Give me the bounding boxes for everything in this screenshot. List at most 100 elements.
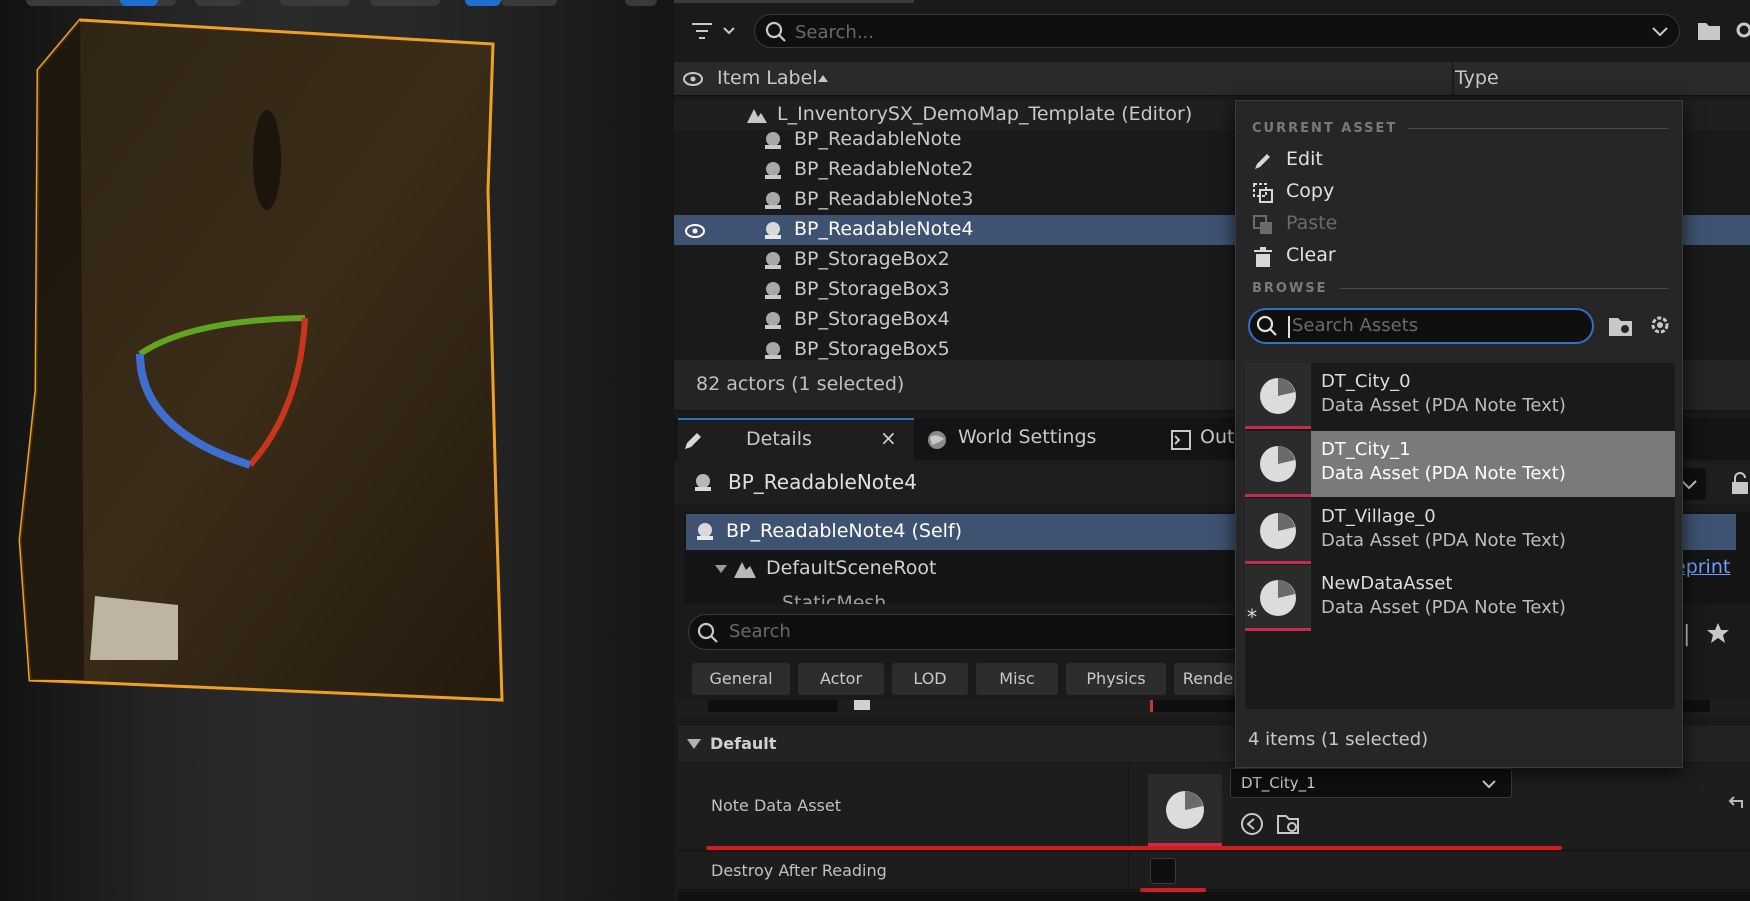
annotation-underline: [706, 846, 1562, 850]
menu-item-paste[interactable]: Paste: [1252, 210, 1662, 240]
tab-label: World Settings: [958, 426, 1097, 448]
column-splitter[interactable]: [1128, 852, 1129, 890]
asset-item[interactable]: DT_Village_0 Data Asset (PDA Note Text): [1245, 498, 1675, 564]
settings-gear-icon[interactable]: [1648, 313, 1672, 337]
row-label: BP_StorageBox5: [794, 338, 950, 360]
asset-thumbnail[interactable]: [1148, 774, 1222, 846]
menu-item-edit[interactable]: Edit: [1252, 146, 1662, 176]
menu-label: Copy: [1286, 180, 1335, 202]
browse-to-asset-icon[interactable]: [1276, 812, 1302, 836]
asset-item[interactable]: * NewDataAsset Data Asset (PDA Note Text…: [1245, 565, 1675, 631]
divider-glyph: |: [1683, 622, 1691, 647]
browse-folder-icon[interactable]: [1608, 314, 1634, 338]
asset-item[interactable]: DT_City_0 Data Asset (PDA Note Text): [1245, 363, 1675, 429]
asset-thumbnail: *: [1245, 565, 1311, 631]
asset-count-text: 4 items (1 selected): [1248, 729, 1429, 750]
globe-icon: [928, 431, 946, 449]
column-divider[interactable]: [1452, 62, 1454, 96]
menu-item-copy[interactable]: Copy: [1252, 178, 1662, 208]
dropdown-partial[interactable]: [708, 700, 838, 712]
close-icon[interactable]: ×: [880, 426, 897, 450]
blueprint-actor-icon: [765, 192, 781, 209]
folder-add-icon[interactable]: [1696, 18, 1722, 42]
menu-item-clear[interactable]: Clear: [1252, 242, 1662, 272]
copy-icon: [1253, 183, 1273, 203]
annotation-underline: [1140, 888, 1206, 892]
asset-picker-combo[interactable]: DT_City_1: [1230, 768, 1512, 798]
outliner-search-input[interactable]: Search...: [754, 14, 1680, 48]
collapse-arrow-icon[interactable]: [686, 738, 702, 750]
destroy-after-reading-checkbox[interactable]: [1150, 858, 1176, 884]
search-icon: [765, 21, 786, 42]
visibility-eye-icon[interactable]: [682, 70, 704, 88]
asset-item-selected[interactable]: DT_City_1 Data Asset (PDA Note Text): [1245, 431, 1675, 497]
filter-rendering[interactable]: Rende: [1174, 663, 1242, 695]
panel-top-edge: [674, 0, 914, 3]
menu-label: Edit: [1286, 148, 1323, 170]
data-asset-pie-icon: [1260, 513, 1296, 549]
property-label: Destroy After Reading: [711, 861, 887, 880]
level-viewport[interactable]: [0, 0, 670, 901]
blueprint-actor-icon: [765, 162, 781, 179]
text-caret: [1288, 316, 1290, 338]
actor-name[interactable]: BP_ReadableNote4: [728, 470, 917, 494]
filter-physics[interactable]: Physics: [1066, 663, 1166, 695]
lock-icon[interactable]: [1730, 472, 1750, 496]
search-icon: [697, 622, 718, 643]
sort-ascending-icon[interactable]: [817, 74, 829, 84]
asset-thumbnail: [1245, 363, 1311, 429]
outliner-filter-button[interactable]: [690, 14, 744, 48]
section-divider: [1408, 128, 1668, 129]
menu-label: Clear: [1286, 244, 1336, 266]
new-asset-star-icon: *: [1247, 605, 1257, 629]
asset-type: Data Asset (PDA Note Text): [1321, 597, 1566, 618]
search-placeholder: Search: [729, 621, 791, 642]
settings-gear-icon[interactable]: [1732, 18, 1750, 42]
column-type[interactable]: Type: [1455, 67, 1499, 89]
blueprint-actor-icon: [695, 474, 711, 491]
output-log-icon: [1171, 430, 1191, 450]
pencil-icon: [685, 433, 701, 449]
search-placeholder: Search Assets: [1292, 315, 1419, 336]
blueprint-actor-icon: [765, 132, 781, 149]
asset-type: Data Asset (PDA Note Text): [1321, 395, 1566, 416]
paste-icon: [1253, 215, 1272, 234]
filter-actor[interactable]: Actor: [798, 663, 884, 695]
rotation-gizmo[interactable]: [130, 310, 310, 480]
asset-picker-popup: CURRENT ASSET Edit Copy Paste Clear BROW…: [1235, 100, 1683, 768]
chevron-down-icon: [1482, 780, 1496, 789]
star-icon[interactable]: [1706, 622, 1730, 644]
use-selected-asset-icon[interactable]: [1240, 812, 1264, 836]
tab-output-log[interactable]: Outp: [1160, 418, 1247, 460]
visibility-eye-icon[interactable]: [684, 222, 706, 240]
asset-name: DT_Village_0: [1321, 506, 1436, 527]
section-divider: [1340, 288, 1668, 289]
row-label: BP_ReadableNote: [794, 128, 962, 150]
filter-general[interactable]: General: [692, 663, 790, 695]
column-splitter[interactable]: [1128, 764, 1129, 850]
asset-type: Data Asset (PDA Note Text): [1321, 463, 1566, 484]
filter-lod[interactable]: LOD: [892, 663, 968, 695]
row-label: BP_ReadableNote4: [794, 218, 974, 240]
tab-world-settings[interactable]: World Settings: [916, 418, 1146, 460]
collapse-arrow-icon[interactable]: [714, 564, 728, 574]
category-label: Default: [710, 734, 777, 753]
asset-thumbnail: [1245, 431, 1311, 497]
asset-type: Data Asset (PDA Note Text): [1321, 530, 1566, 551]
search-icon: [1256, 315, 1277, 336]
trash-icon: [1254, 247, 1272, 267]
tab-details[interactable]: Details ×: [678, 418, 914, 460]
menu-label: Paste: [1286, 212, 1338, 234]
chevron-down-icon[interactable]: [1651, 25, 1669, 39]
book-mesh[interactable]: [0, 0, 670, 901]
blueprint-actor-icon: [765, 252, 781, 269]
details-search-input[interactable]: Search: [688, 614, 1248, 650]
column-item-label[interactable]: Item Label: [717, 67, 818, 89]
checkbox-partial[interactable]: [854, 700, 870, 710]
reset-to-default-icon[interactable]: [1726, 792, 1746, 812]
asset-search-input[interactable]: Search Assets: [1248, 308, 1594, 344]
filter-misc[interactable]: Misc: [976, 663, 1058, 695]
property-destroy-after-reading: Destroy After Reading: [678, 852, 1750, 890]
data-asset-pie-icon: [1260, 580, 1296, 616]
blueprint-actor-icon: [697, 523, 713, 540]
